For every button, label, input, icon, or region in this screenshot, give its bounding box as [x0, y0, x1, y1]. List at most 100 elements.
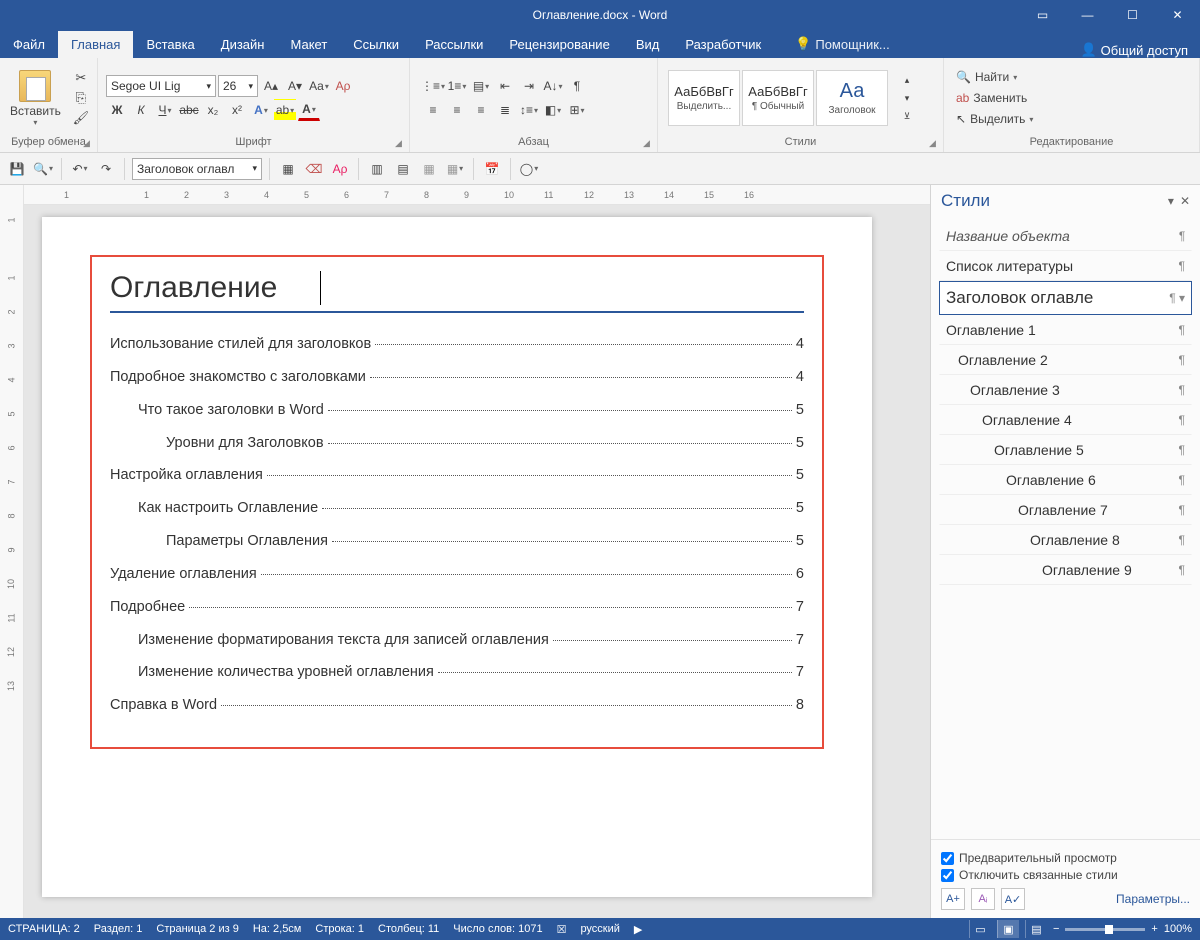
qat-item[interactable]: ▥: [366, 158, 388, 180]
style-item[interactable]: АаБбВвГг¶ Обычный: [742, 70, 814, 126]
zoom-out-icon[interactable]: −: [1053, 923, 1059, 935]
align-center-icon[interactable]: ≡: [446, 99, 468, 121]
style-item[interactable]: АаЗаголовок: [816, 70, 888, 126]
style-list-item[interactable]: Оглавление 9¶: [939, 555, 1192, 585]
expand-icon[interactable]: ◢: [929, 138, 941, 150]
close-button[interactable]: ✕: [1155, 0, 1200, 30]
style-list-item[interactable]: Заголовок оглавле¶ ▾: [939, 281, 1192, 315]
format-painter-icon[interactable]: 🖌: [71, 108, 91, 128]
undo-icon[interactable]: ↶: [69, 158, 91, 180]
text-effects-icon[interactable]: A: [250, 99, 272, 121]
toc-entry[interactable]: Подробное знакомство с заголовками4: [110, 368, 804, 387]
tell-me[interactable]: 💡Помощник...: [782, 30, 903, 58]
toc-entry[interactable]: Справка в Word8: [110, 696, 804, 715]
highlight-icon[interactable]: ab: [274, 99, 296, 121]
toc-entry[interactable]: Что такое заголовки в Word5: [110, 401, 804, 420]
view-web-icon[interactable]: ▤: [1025, 920, 1047, 938]
toc-entry[interactable]: Использование стилей для заголовков4: [110, 335, 804, 354]
style-list-item[interactable]: Название объекта¶: [939, 221, 1192, 251]
pane-menu-icon[interactable]: ▾: [1168, 194, 1174, 208]
options-link[interactable]: Параметры...: [1116, 892, 1190, 906]
tab-рецензирование[interactable]: Рецензирование: [496, 31, 622, 58]
style-list-item[interactable]: Оглавление 7¶: [939, 495, 1192, 525]
toc-entry[interactable]: Подробнее7: [110, 598, 804, 617]
bullets-icon[interactable]: ⋮≡: [422, 75, 444, 97]
shading-icon[interactable]: ◧: [542, 99, 564, 121]
toc-heading[interactable]: Оглавление: [110, 271, 804, 313]
align-left-icon[interactable]: ≡: [422, 99, 444, 121]
increase-indent-icon[interactable]: ⇥: [518, 75, 540, 97]
qat-calendar-icon[interactable]: 📅: [481, 158, 503, 180]
status-page[interactable]: СТРАНИЦА: 2: [8, 923, 80, 935]
tab-дизайн[interactable]: Дизайн: [208, 31, 278, 58]
font-color-icon[interactable]: A: [298, 99, 320, 121]
tab-разработчик[interactable]: Разработчик: [672, 31, 774, 58]
tab-файл[interactable]: Файл: [0, 31, 58, 58]
bold-icon[interactable]: Ж: [106, 99, 128, 121]
style-list-item[interactable]: Оглавление 5¶: [939, 435, 1192, 465]
styles-up-icon[interactable]: ▴: [896, 71, 918, 89]
styles-more-icon[interactable]: ⊻: [896, 107, 918, 125]
tab-вставка[interactable]: Вставка: [133, 31, 207, 58]
view-print-icon[interactable]: ▣: [997, 920, 1019, 938]
status-words[interactable]: Число слов: 1071: [453, 923, 542, 935]
show-marks-icon[interactable]: ¶: [566, 75, 588, 97]
qat-item[interactable]: ▦: [444, 158, 466, 180]
document-area[interactable]: 112345678910111213141516 Оглавление Испо…: [24, 185, 930, 918]
status-page-of[interactable]: Страница 2 из 9: [156, 923, 238, 935]
qat-clear-icon[interactable]: ⌫: [303, 158, 325, 180]
expand-icon[interactable]: ◢: [395, 138, 407, 150]
select-button[interactable]: ↖Выделить ▾: [956, 109, 1033, 129]
minimize-button[interactable]: —: [1065, 0, 1110, 30]
qat-item[interactable]: ▦: [418, 158, 440, 180]
style-combo[interactable]: Заголовок оглавл▾: [132, 158, 262, 180]
strikethrough-icon[interactable]: abc: [178, 99, 200, 121]
status-at[interactable]: На: 2,5см: [253, 923, 302, 935]
style-list-item[interactable]: Оглавление 3¶: [939, 375, 1192, 405]
style-list-item[interactable]: Оглавление 6¶: [939, 465, 1192, 495]
ribbon-options-icon[interactable]: ▭: [1020, 0, 1065, 30]
tab-главная[interactable]: Главная: [58, 31, 133, 58]
line-spacing-icon[interactable]: ↕≡: [518, 99, 540, 121]
font-size-combo[interactable]: 26▾: [218, 75, 258, 97]
new-style-icon[interactable]: A+: [941, 888, 965, 910]
replace-button[interactable]: abЗаменить: [956, 88, 1033, 108]
clear-formatting-icon[interactable]: Aρ: [332, 75, 354, 97]
style-list-item[interactable]: Оглавление 8¶: [939, 525, 1192, 555]
redo-icon[interactable]: ↷: [95, 158, 117, 180]
status-section[interactable]: Раздел: 1: [94, 923, 143, 935]
share-button[interactable]: 👤Общий доступ: [1080, 42, 1188, 58]
multilevel-icon[interactable]: ▤: [470, 75, 492, 97]
style-list-item[interactable]: Список литературы¶: [939, 251, 1192, 281]
qat-item[interactable]: 🔍: [32, 158, 54, 180]
find-button[interactable]: 🔍Найти ▾: [956, 67, 1033, 87]
toc-entry[interactable]: Параметры Оглавления5: [110, 532, 804, 551]
toc-entry[interactable]: Изменение количества уровней оглавления7: [110, 663, 804, 682]
tab-макет[interactable]: Макет: [277, 31, 340, 58]
pane-close-icon[interactable]: ✕: [1180, 194, 1190, 208]
status-line[interactable]: Строка: 1: [315, 923, 364, 935]
style-list-item[interactable]: Оглавление 4¶: [939, 405, 1192, 435]
style-inspector-icon[interactable]: Aᵢ: [971, 888, 995, 910]
toc-entry[interactable]: Уровни для Заголовков5: [110, 434, 804, 453]
shrink-font-icon[interactable]: A▾: [284, 75, 306, 97]
disable-linked-checkbox[interactable]: Отключить связанные стили: [941, 868, 1190, 882]
status-macro-icon[interactable]: ▶: [634, 923, 642, 936]
borders-icon[interactable]: ⊞: [566, 99, 588, 121]
change-case-icon[interactable]: Aa: [308, 75, 330, 97]
font-name-combo[interactable]: Segoe UI Lig▾: [106, 75, 216, 97]
tab-вид[interactable]: Вид: [623, 31, 673, 58]
zoom-in-icon[interactable]: +: [1151, 923, 1157, 935]
status-column[interactable]: Столбец: 11: [378, 923, 439, 935]
status-proof-icon[interactable]: ☒: [557, 923, 567, 936]
grow-font-icon[interactable]: A▴: [260, 75, 282, 97]
maximize-button[interactable]: ☐: [1110, 0, 1155, 30]
qat-table-icon[interactable]: ▦: [277, 158, 299, 180]
view-read-icon[interactable]: ▭: [969, 920, 991, 938]
style-item[interactable]: АаБбВвГгВыделить...: [668, 70, 740, 126]
qat-item[interactable]: ▤: [392, 158, 414, 180]
qat-shape-icon[interactable]: ◯: [518, 158, 540, 180]
toc-entry[interactable]: Настройка оглавления5: [110, 466, 804, 485]
sort-icon[interactable]: A↓: [542, 75, 564, 97]
numbering-icon[interactable]: 1≡: [446, 75, 468, 97]
